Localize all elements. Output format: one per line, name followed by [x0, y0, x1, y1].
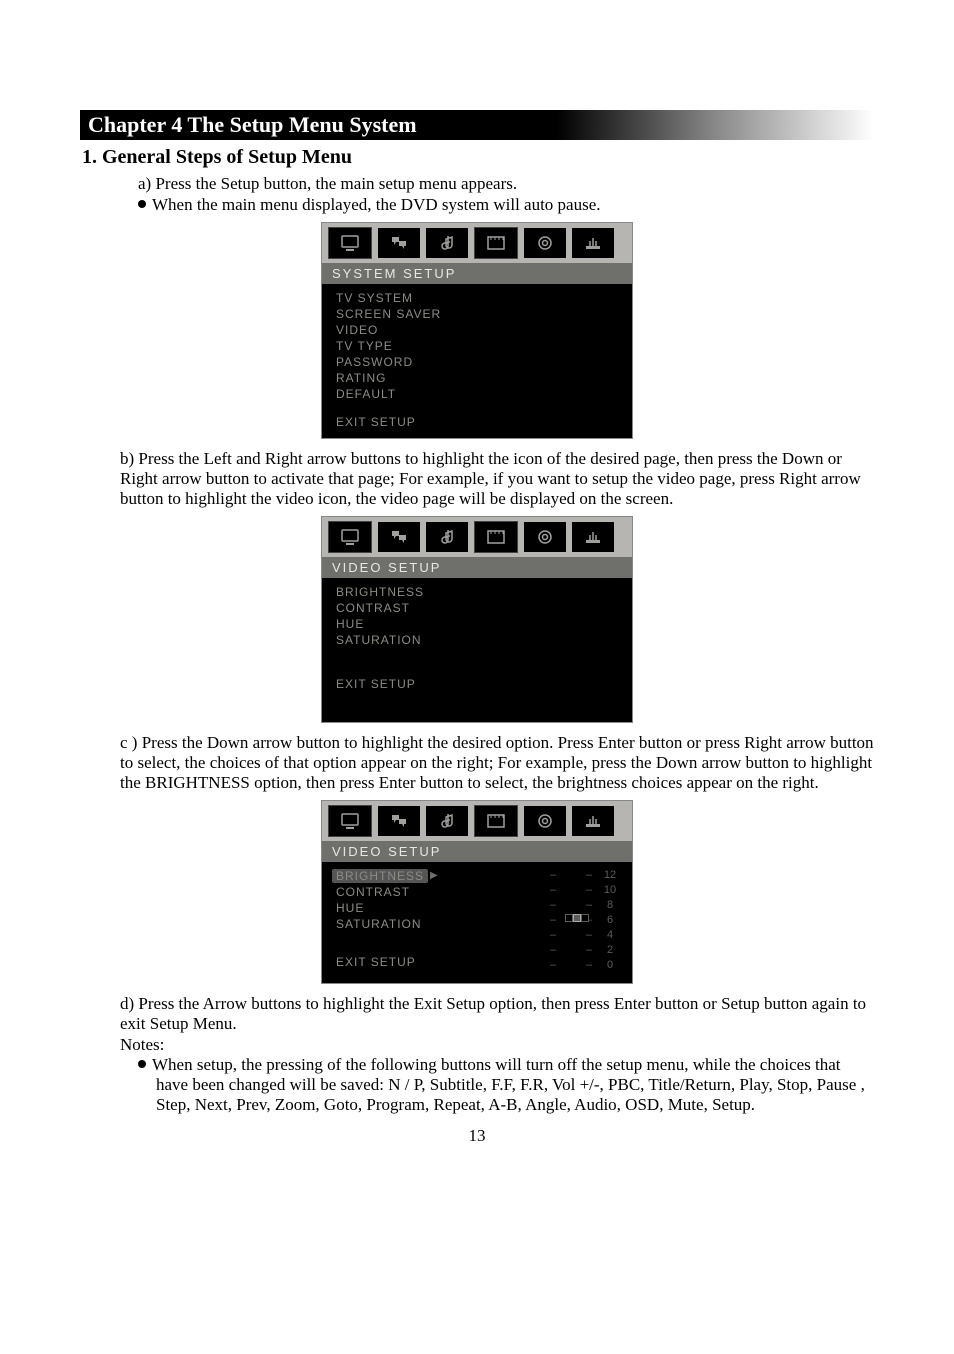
scale-value: 4	[607, 928, 613, 943]
digital-tab-icon[interactable]	[572, 228, 614, 258]
language-tab-icon[interactable]	[378, 806, 420, 836]
menu-item[interactable]: RATING	[336, 370, 618, 386]
menu-item[interactable]: VIDEO	[336, 322, 618, 338]
step-a-bullet: When the main menu displayed, the DVD sy…	[80, 194, 874, 215]
video-tab-icon[interactable]	[474, 805, 518, 837]
menu-item-brightness[interactable]: BRIGHTNESS ▶	[336, 868, 548, 884]
section-title: 1. General Steps of Setup Menu	[80, 146, 874, 169]
step-d: d) Press the Arrow buttons to highlight …	[80, 994, 874, 1035]
menu-item[interactable]: CONTRAST	[336, 884, 548, 900]
menu-exit[interactable]: EXIT SETUP	[336, 676, 618, 692]
speaker-tab-icon[interactable]	[524, 522, 566, 552]
page: Chapter 4 The Setup Menu System 1. Gener…	[0, 0, 954, 1186]
page-number: 13	[80, 1126, 874, 1146]
slider-marker-icon	[565, 914, 589, 922]
system-setup-menu: SYSTEM SETUP TV SYSTEM SCREEN SAVER VIDE…	[321, 222, 633, 439]
step-a: a) Press the Setup button, the main setu…	[80, 173, 874, 194]
bullet-icon	[138, 200, 146, 208]
digital-tab-icon[interactable]	[572, 806, 614, 836]
scale-ticks-left: –––––––	[548, 868, 558, 973]
scale-value: 12	[604, 868, 616, 883]
notes-bullet-text: When setup, the pressing of the followin…	[152, 1055, 865, 1115]
bullet-a-text: When the main menu displayed, the DVD sy…	[152, 195, 601, 214]
menu2-body: BRIGHTNESS CONTRAST HUE SATURATION EXIT …	[322, 578, 632, 722]
menu-item[interactable]: SCREEN SAVER	[336, 306, 618, 322]
menu-item[interactable]: TV TYPE	[336, 338, 618, 354]
menu-exit[interactable]: EXIT SETUP	[336, 414, 618, 430]
menu-tabs	[322, 517, 632, 557]
scale-value: 0	[607, 958, 613, 973]
scale-value: 6	[607, 913, 613, 928]
menu-item[interactable]: TV SYSTEM	[336, 290, 618, 306]
scale-slider-col	[566, 868, 576, 973]
brightness-scale[interactable]: ––––––– ––––––– 12 10 8 6 4	[548, 868, 618, 973]
chapter-header: Chapter 4 The Setup Menu System	[80, 110, 874, 140]
notes-label: Notes:	[80, 1035, 874, 1055]
menu-tabs	[322, 801, 632, 841]
system-tab-icon[interactable]	[328, 227, 372, 259]
audio-tab-icon[interactable]	[426, 228, 468, 258]
scale-value: 8	[607, 898, 613, 913]
menu3-body: BRIGHTNESS ▶ CONTRAST HUE SATURATION EXI…	[322, 862, 632, 983]
video-setup-brightness-menu: VIDEO SETUP BRIGHTNESS ▶ CONTRAST HUE SA…	[321, 800, 633, 984]
caret-right-icon: ▶	[430, 870, 439, 881]
language-tab-icon[interactable]	[378, 228, 420, 258]
language-tab-icon[interactable]	[378, 522, 420, 552]
menu-item[interactable]: CONTRAST	[336, 600, 618, 616]
menu2-title: VIDEO SETUP	[322, 557, 632, 578]
menu-item[interactable]: DEFAULT	[336, 386, 618, 402]
menu-item[interactable]: HUE	[336, 900, 548, 916]
menu3-left: BRIGHTNESS ▶ CONTRAST HUE SATURATION EXI…	[336, 868, 548, 973]
menu-tabs	[322, 223, 632, 263]
menu1-body: TV SYSTEM SCREEN SAVER VIDEO TV TYPE PAS…	[322, 284, 632, 438]
menu-item[interactable]: SATURATION	[336, 632, 618, 648]
scale-value: 10	[604, 883, 616, 898]
system-tab-icon[interactable]	[328, 805, 372, 837]
menu-item[interactable]: SATURATION	[336, 916, 548, 932]
step-b: b) Press the Left and Right arrow button…	[80, 449, 874, 510]
menu1-title: SYSTEM SETUP	[322, 263, 632, 284]
menu-exit[interactable]: EXIT SETUP	[336, 954, 548, 970]
bullet-icon	[138, 1060, 146, 1068]
notes-bullet: When setup, the pressing of the followin…	[80, 1055, 874, 1116]
menu-item[interactable]: BRIGHTNESS	[336, 584, 618, 600]
system-tab-icon[interactable]	[328, 521, 372, 553]
menu-item[interactable]: PASSWORD	[336, 354, 618, 370]
video-tab-icon[interactable]	[474, 521, 518, 553]
audio-tab-icon[interactable]	[426, 522, 468, 552]
scale-value: 2	[607, 943, 613, 958]
menu3-title: VIDEO SETUP	[322, 841, 632, 862]
brightness-highlight: BRIGHTNESS	[332, 869, 428, 883]
speaker-tab-icon[interactable]	[524, 228, 566, 258]
audio-tab-icon[interactable]	[426, 806, 468, 836]
scale-values: 12 10 8 6 4 2 0	[602, 868, 618, 973]
speaker-tab-icon[interactable]	[524, 806, 566, 836]
digital-tab-icon[interactable]	[572, 522, 614, 552]
video-setup-menu: VIDEO SETUP BRIGHTNESS CONTRAST HUE SATU…	[321, 516, 633, 723]
video-tab-icon[interactable]	[474, 227, 518, 259]
menu-item[interactable]: HUE	[336, 616, 618, 632]
step-c: c ) Press the Down arrow button to highl…	[80, 733, 874, 794]
